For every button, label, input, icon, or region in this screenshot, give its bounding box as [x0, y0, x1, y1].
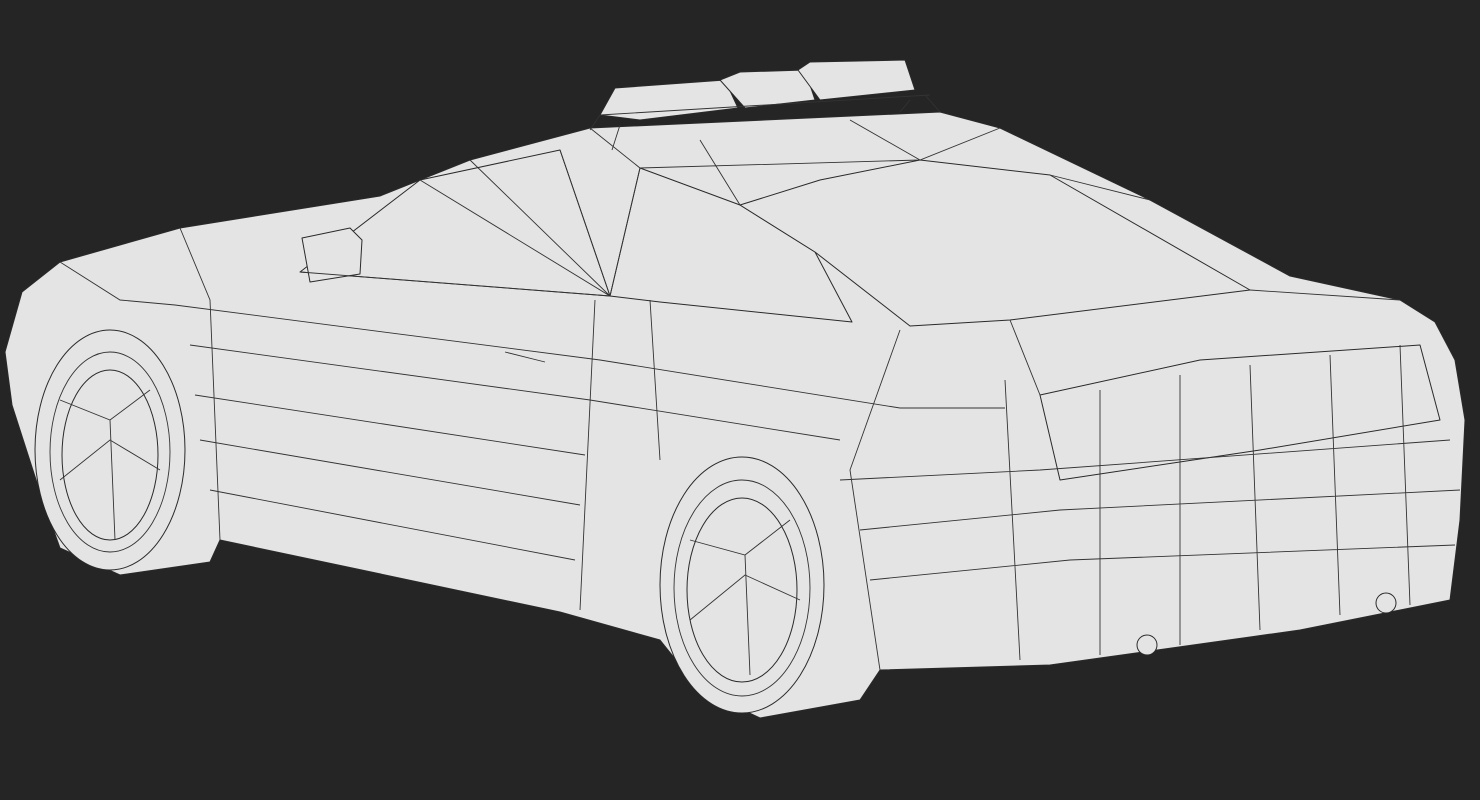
- side-mirror: [301, 227, 363, 283]
- rear-wheel: [659, 456, 825, 714]
- front-wheel: [34, 329, 186, 571]
- exhaust-left: [1136, 634, 1158, 656]
- exhaust-right: [1375, 592, 1397, 614]
- wireframe-viewport: [0, 0, 1480, 800]
